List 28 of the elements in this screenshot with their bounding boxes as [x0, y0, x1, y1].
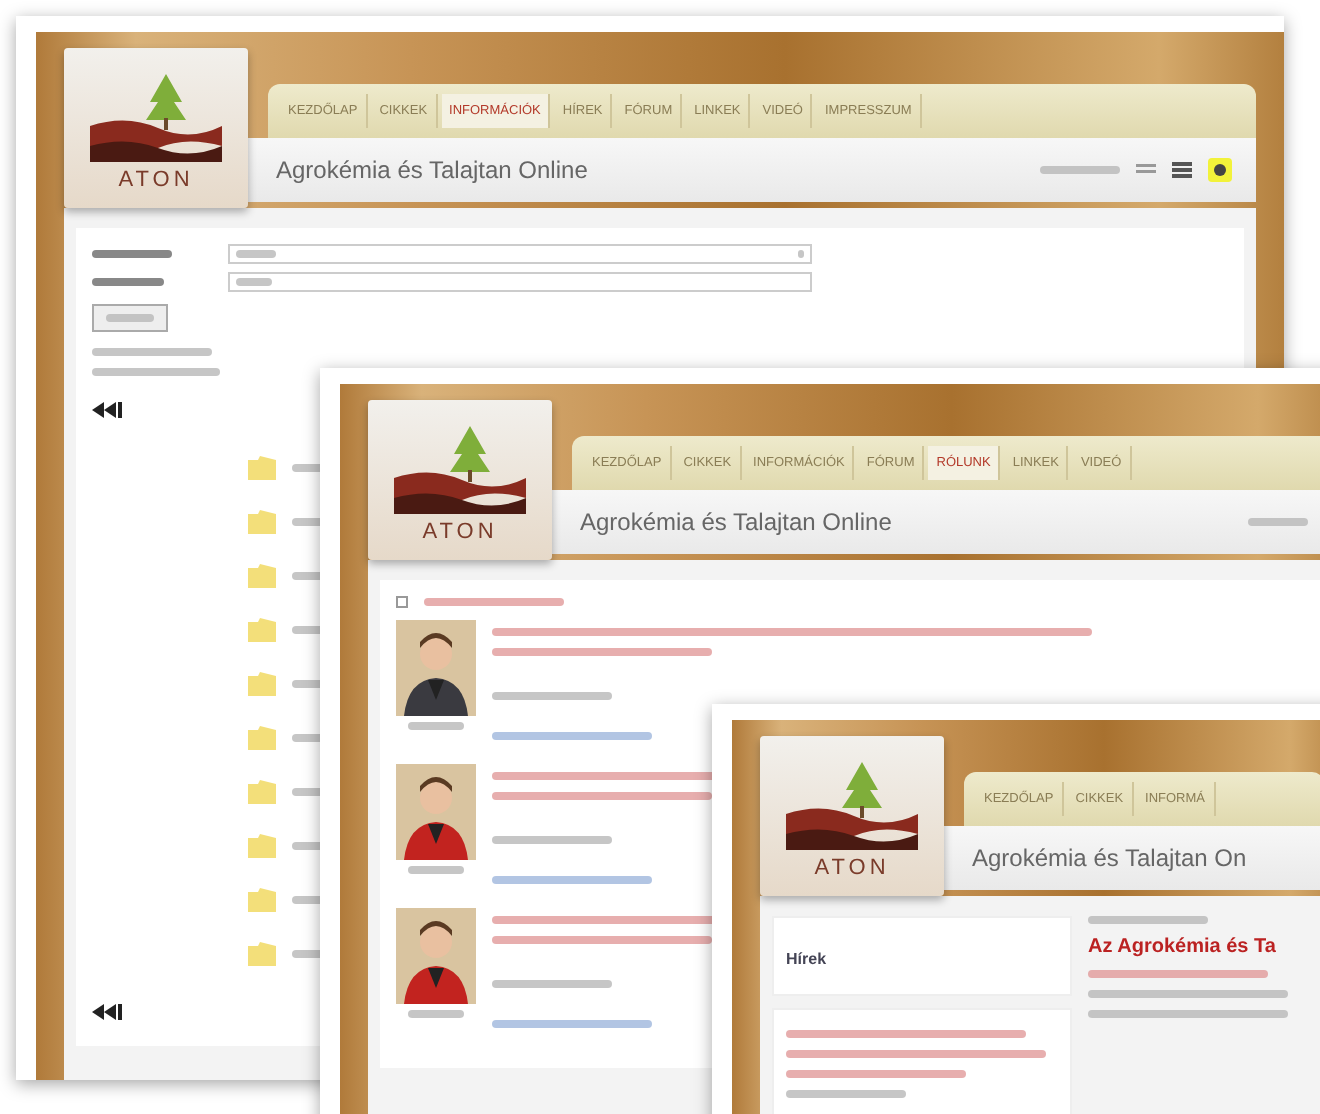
site-title: Agrokémia és Talajtan Online — [580, 507, 892, 535]
box-title: Hírek — [786, 950, 827, 968]
select-field[interactable] — [228, 244, 812, 264]
select-field[interactable] — [228, 272, 812, 292]
list-icon — [1136, 161, 1156, 177]
folder-icon[interactable] — [248, 834, 276, 858]
site-title: Agrokémia és Talajtan Online — [276, 155, 588, 183]
search-button[interactable] — [92, 304, 168, 332]
rewind-icon[interactable] — [92, 1004, 124, 1020]
folder-icon[interactable] — [248, 564, 276, 588]
logo-text: ATON — [118, 167, 194, 191]
folder-icon[interactable] — [248, 672, 276, 696]
folder-icon[interactable] — [248, 510, 276, 534]
folder-icon[interactable] — [248, 888, 276, 912]
logo-text: ATON — [422, 519, 498, 543]
news-headline[interactable]: Az Agrokémia és Ta — [1088, 936, 1312, 958]
checkbox[interactable] — [396, 596, 408, 608]
logo-card[interactable]: ATON — [64, 48, 248, 208]
folder-icon[interactable] — [248, 942, 276, 966]
folder-icon[interactable] — [248, 780, 276, 804]
logo-text: ATON — [814, 855, 890, 879]
menu-icon — [1172, 161, 1192, 177]
folder-icon[interactable] — [248, 618, 276, 642]
site-title: Agrokémia és Talajtan On — [972, 843, 1247, 871]
folder-icon[interactable] — [248, 456, 276, 480]
folder-icon[interactable] — [248, 726, 276, 750]
rewind-icon[interactable] — [92, 402, 124, 418]
logo-card[interactable]: ATON — [760, 736, 944, 896]
